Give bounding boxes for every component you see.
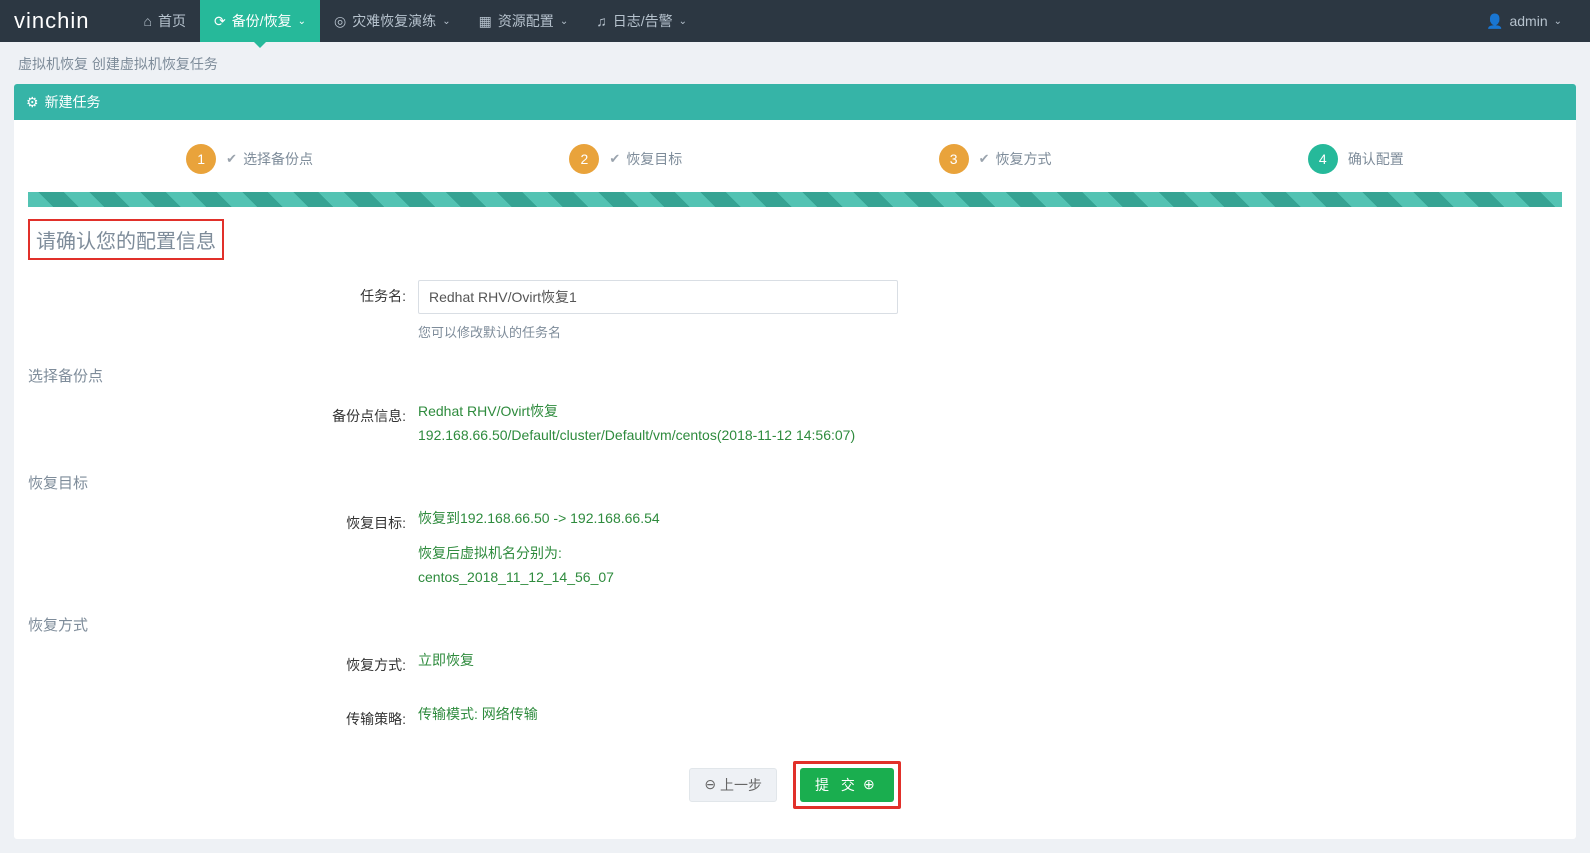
section-restore-method: 恢复方式 <box>28 596 1562 643</box>
chevron-down-icon: ⌄ <box>298 16 306 27</box>
confirm-section: 请确认您的配置信息 任务名: 您可以修改默认的任务名 选择备份点 备份点信息: … <box>28 207 1562 741</box>
chevron-down-icon: ⌄ <box>1554 16 1562 27</box>
target-line2: 恢复后虚拟机名分别为: <box>418 542 1562 566</box>
top-navbar: vinchin ⌂ 首页 ⟳ 备份/恢复 ⌄ ◎ 灾难恢复演练 ⌄ ▦ 资源配置… <box>0 0 1590 42</box>
gear-icon: ⚙ <box>26 94 39 111</box>
method-label: 恢复方式: <box>28 649 418 681</box>
panel-body: 1 ✔ 选择备份点 2 ✔ 恢复目标 3 ✔ 恢复方式 4 确认配置 请确认您的… <box>14 120 1576 839</box>
step-4-number: 4 <box>1308 144 1338 174</box>
jobname-input[interactable] <box>418 280 898 314</box>
check-icon: ✔ <box>979 151 990 167</box>
section-restore-target: 恢复目标 <box>28 454 1562 501</box>
step-1-label: 选择备份点 <box>243 149 313 169</box>
wizard-footer: ⊖ 上一步 提 交 ⊕ <box>28 741 1562 825</box>
nav-log-alert[interactable]: ♫ 日志/告警 ⌄ <box>582 0 701 42</box>
step-2-number: 2 <box>569 144 599 174</box>
nav-log-label: 日志/告警 <box>613 11 673 31</box>
step-3-number: 3 <box>939 144 969 174</box>
arrow-right-icon: ⊕ <box>863 776 879 793</box>
wizard-progress-bar <box>28 192 1562 207</box>
bell-icon: ♫ <box>596 13 607 29</box>
shield-icon: ◎ <box>334 13 346 30</box>
transfer-label: 传输策略: <box>28 703 418 735</box>
home-icon: ⌂ <box>143 13 151 29</box>
user-menu[interactable]: 👤 admin ⌄ <box>1472 0 1576 42</box>
brand-logo: vinchin <box>14 8 89 34</box>
nav-res-label: 资源配置 <box>498 11 554 31</box>
step-3[interactable]: 3 ✔ 恢复方式 <box>939 144 1052 174</box>
check-icon: ✔ <box>226 151 237 167</box>
user-name: admin <box>1509 13 1547 29</box>
target-label: 恢复目标: <box>28 507 418 590</box>
check-icon: ✔ <box>609 151 620 167</box>
step-3-label: 恢复方式 <box>996 149 1052 169</box>
point-line2: 192.168.66.50/Default/cluster/Default/vm… <box>418 424 1562 448</box>
step-1[interactable]: 1 ✔ 选择备份点 <box>186 144 313 174</box>
nav-resource[interactable]: ▦ 资源配置 ⌄ <box>465 0 583 42</box>
prev-label: 上一步 <box>720 775 762 795</box>
grid-icon: ▦ <box>479 13 492 30</box>
nav-home[interactable]: ⌂ 首页 <box>129 0 199 42</box>
chevron-down-icon: ⌄ <box>560 16 568 27</box>
refresh-icon: ⟳ <box>214 13 226 30</box>
step-2[interactable]: 2 ✔ 恢复目标 <box>569 144 682 174</box>
confirm-heading: 请确认您的配置信息 <box>28 219 224 260</box>
target-line3: centos_2018_11_12_14_56_07 <box>418 566 1562 590</box>
main-nav: ⌂ 首页 ⟳ 备份/恢复 ⌄ ◎ 灾难恢复演练 ⌄ ▦ 资源配置 ⌄ ♫ 日志/… <box>129 0 701 42</box>
nav-dr-drill[interactable]: ◎ 灾难恢复演练 ⌄ <box>320 0 465 42</box>
target-line1: 恢复到192.168.66.50 -> 192.168.66.54 <box>418 507 1562 531</box>
section-backup-point: 选择备份点 <box>28 347 1562 394</box>
arrow-left-icon: ⊖ <box>704 776 716 793</box>
prev-button[interactable]: ⊖ 上一步 <box>689 768 777 802</box>
step-4[interactable]: 4 确认配置 <box>1308 144 1404 174</box>
submit-button[interactable]: 提 交 ⊕ <box>800 768 894 802</box>
jobname-hint: 您可以修改默认的任务名 <box>418 322 1562 341</box>
point-line1: Redhat RHV/Ovirt恢复 <box>418 400 1562 424</box>
user-icon: 👤 <box>1486 13 1503 30</box>
step-2-label: 恢复目标 <box>626 149 682 169</box>
nav-backup-label: 备份/恢复 <box>232 11 292 31</box>
submit-highlight: 提 交 ⊕ <box>793 761 901 809</box>
panel-header: ⚙ 新建任务 <box>14 84 1576 120</box>
step-1-number: 1 <box>186 144 216 174</box>
transfer-value: 传输模式: 网络传输 <box>418 703 1562 727</box>
nav-right: 👤 admin ⌄ <box>1472 0 1576 42</box>
breadcrumb: 虚拟机恢复 创建虚拟机恢复任务 <box>0 42 1590 84</box>
submit-label: 提 交 <box>815 775 859 795</box>
chevron-down-icon: ⌄ <box>679 16 687 27</box>
nav-home-label: 首页 <box>158 11 186 31</box>
panel-title: 新建任务 <box>45 92 101 112</box>
main-panel: ⚙ 新建任务 1 ✔ 选择备份点 2 ✔ 恢复目标 3 ✔ 恢复方式 4 确认配… <box>14 84 1576 839</box>
step-4-label: 确认配置 <box>1348 149 1404 169</box>
pointinfo-label: 备份点信息: <box>28 400 418 448</box>
chevron-down-icon: ⌄ <box>442 16 450 27</box>
method-value: 立即恢复 <box>418 649 1562 673</box>
jobname-label: 任务名: <box>28 280 418 341</box>
wizard-steps: 1 ✔ 选择备份点 2 ✔ 恢复目标 3 ✔ 恢复方式 4 确认配置 <box>28 134 1562 192</box>
nav-dr-label: 灾难恢复演练 <box>352 11 436 31</box>
nav-backup-restore[interactable]: ⟳ 备份/恢复 ⌄ <box>200 0 320 42</box>
